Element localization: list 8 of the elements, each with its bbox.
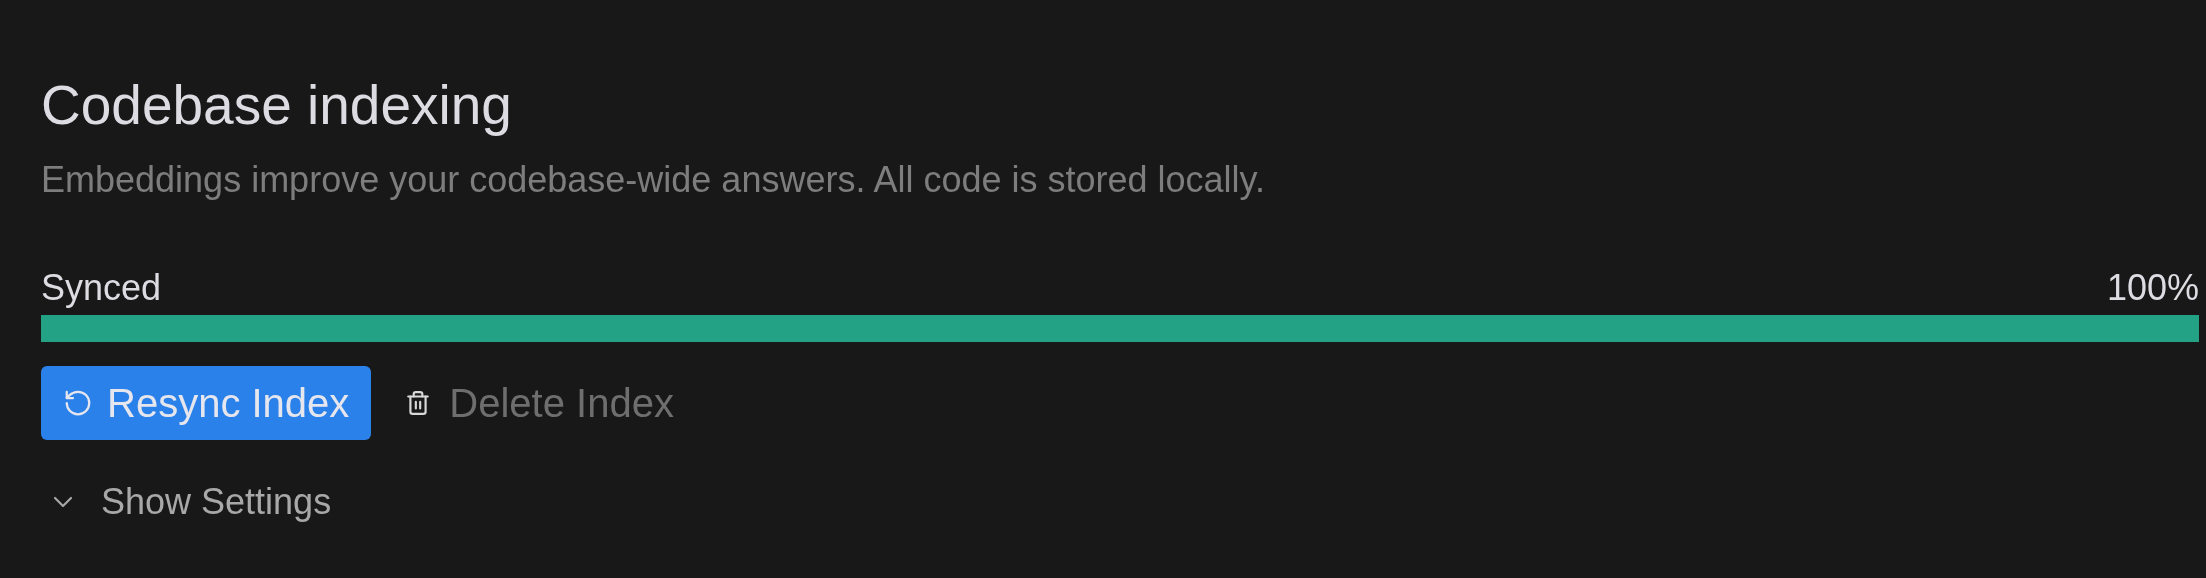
description: Embeddings improve your codebase-wide answers. All code is stored locally. <box>41 158 1265 202</box>
resync-button[interactable]: Resync Index <box>41 366 372 440</box>
refresh-icon <box>63 388 93 418</box>
progress-reading: 100% <box>2106 268 2199 308</box>
show-settings-toggle[interactable]: Show Settings <box>47 482 332 522</box>
trash-icon <box>405 389 432 417</box>
progress-label: Synced <box>41 268 162 308</box>
section-title: Codebase indexing <box>41 73 512 137</box>
